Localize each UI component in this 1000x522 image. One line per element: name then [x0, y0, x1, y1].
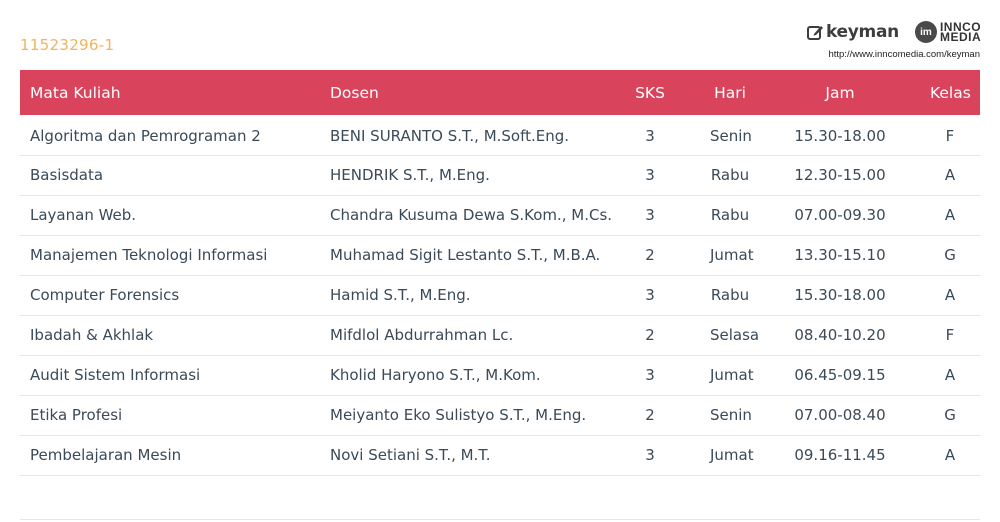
cell-hari: Senin	[710, 126, 752, 145]
table-row: Basisdata HENDRIK S.T., M.Eng. 3 Rabu 12…	[20, 155, 980, 195]
cell-kelas: A	[944, 286, 956, 304]
inncomedia-logo: im INNCO MEDIA	[914, 21, 982, 44]
cell-mata-kuliah: Algoritma dan Pemrograman 2	[30, 126, 261, 145]
cell-kelas: A	[944, 206, 956, 224]
cell-mata-kuliah: Pembelajaran Mesin	[30, 446, 182, 464]
table-row: Audit Sistem Informasi Kholid Haryono S.…	[20, 355, 980, 395]
cell-sks: 3	[645, 286, 655, 304]
cell-sks: 3	[645, 446, 655, 464]
page-bottom-divider	[20, 519, 980, 520]
cell-dosen: BENI SURANTO S.T., M.Soft.Eng.	[330, 126, 570, 145]
cell-sks: 3	[645, 126, 655, 145]
cell-jam: 06.45-09.15	[794, 366, 886, 384]
schedule-table: Mata Kuliah Dosen SKS Hari Jam Kelas Alg…	[20, 70, 980, 476]
cell-hari: Selasa	[710, 326, 760, 344]
brand-url: http://www.inncomedia.com/keyman	[828, 49, 980, 60]
cell-dosen: HENDRIK S.T., M.Eng.	[330, 166, 490, 184]
column-header-hari: Hari	[714, 83, 746, 102]
cell-jam: 07.00-08.40	[794, 406, 886, 424]
column-header-jam: Jam	[825, 83, 855, 102]
keyman-label: keyman	[826, 22, 899, 42]
cell-dosen: Kholid Haryono S.T., M.Kom.	[330, 366, 541, 384]
column-header-mata-kuliah: Mata Kuliah	[30, 83, 121, 102]
cell-kelas: A	[944, 166, 956, 184]
cell-mata-kuliah: Layanan Web.	[30, 206, 137, 224]
cell-kelas: G	[944, 406, 956, 424]
cell-kelas: G	[944, 246, 956, 264]
cell-hari: Jumat	[710, 446, 754, 464]
cell-jam: 08.40-10.20	[794, 326, 886, 344]
student-id: 11523296-1	[20, 36, 115, 54]
cell-dosen: Meiyanto Eko Sulistyo S.T., M.Eng.	[330, 406, 587, 424]
cell-jam: 07.00-09.30	[794, 206, 886, 224]
cell-hari: Rabu	[710, 286, 750, 304]
pencil-square-icon	[806, 23, 824, 41]
table-row: Etika Profesi Meiyanto Eko Sulistyo S.T.…	[20, 395, 980, 435]
table-row: Pembelajaran Mesin Novi Setiani S.T., M.…	[20, 435, 980, 475]
cell-kelas: A	[944, 366, 956, 384]
cell-sks: 2	[645, 326, 655, 344]
cell-jam: 12.30-15.00	[794, 166, 886, 184]
cell-mata-kuliah: Basisdata	[30, 166, 104, 184]
cell-kelas: F	[945, 326, 955, 344]
cell-hari: Rabu	[710, 206, 750, 224]
table-row: Algoritma dan Pemrograman 2 BENI SURANTO…	[20, 115, 980, 155]
cell-mata-kuliah: Computer Forensics	[30, 286, 180, 304]
table-header-row: Mata Kuliah Dosen SKS Hari Jam Kelas	[20, 70, 980, 115]
inncomedia-badge-icon: im	[914, 21, 937, 43]
cell-mata-kuliah: Etika Profesi	[30, 406, 123, 424]
cell-dosen: Novi Setiani S.T., M.T.	[330, 446, 491, 464]
column-header-kelas: Kelas	[930, 83, 971, 102]
cell-hari: Jumat	[710, 246, 754, 264]
table-row: Layanan Web. Chandra Kusuma Dewa S.Kom.,…	[20, 195, 980, 235]
cell-mata-kuliah: Manajemen Teknologi Informasi	[30, 246, 268, 264]
cell-sks: 2	[645, 406, 655, 424]
cell-hari: Jumat	[710, 366, 754, 384]
cell-dosen: Mifdlol Abdurrahman Lc.	[330, 326, 514, 344]
cell-mata-kuliah: Audit Sistem Informasi	[30, 366, 201, 384]
cell-kelas: F	[945, 126, 955, 145]
table-row: Manajemen Teknologi Informasi Muhamad Si…	[20, 235, 980, 275]
column-header-dosen: Dosen	[330, 83, 379, 102]
brand-logo: keyman im INNCO MEDIA http://www.inncome…	[806, 18, 982, 62]
cell-dosen: Hamid S.T., M.Eng.	[330, 286, 471, 304]
cell-jam: 15.30-18.00	[794, 286, 886, 304]
cell-dosen: Muhamad Sigit Lestanto S.T., M.B.A.	[330, 246, 601, 264]
cell-kelas: A	[944, 446, 956, 464]
cell-hari: Senin	[710, 406, 752, 424]
inncomedia-line2: MEDIA	[939, 30, 982, 44]
table-row: Ibadah & Akhlak Mifdlol Abdurrahman Lc. …	[20, 315, 980, 355]
cell-sks: 3	[645, 366, 655, 384]
table-row: Computer Forensics Hamid S.T., M.Eng. 3 …	[20, 275, 980, 315]
cell-jam: 13.30-15.10	[794, 246, 886, 264]
cell-hari: Rabu	[710, 166, 750, 184]
cell-jam: 09.16-11.45	[794, 446, 886, 464]
column-header-sks: SKS	[635, 83, 665, 102]
cell-sks: 3	[645, 206, 655, 224]
cell-mata-kuliah: Ibadah & Akhlak	[30, 326, 154, 344]
cell-sks: 2	[645, 246, 655, 264]
cell-sks: 3	[645, 166, 655, 184]
keyman-logo: keyman	[806, 22, 899, 42]
cell-jam: 15.30-18.00	[794, 126, 886, 145]
cell-dosen: Chandra Kusuma Dewa S.Kom., M.Cs.	[330, 206, 613, 224]
